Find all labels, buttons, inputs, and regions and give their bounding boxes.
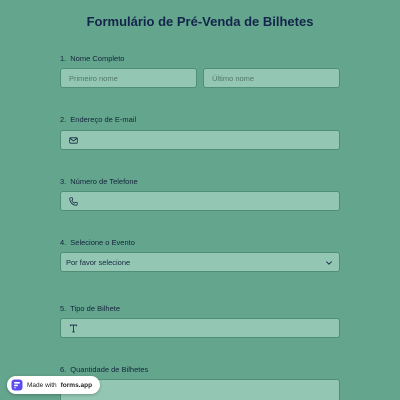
question-label-email: 2. Endereço de E-mail: [60, 115, 136, 124]
badge-prefix: Made with: [27, 381, 57, 389]
event-select[interactable]: Por favor selecione: [60, 252, 340, 272]
text-icon: [69, 324, 78, 333]
event-select-value: Por favor selecione: [66, 258, 131, 267]
question-number: 4.: [60, 238, 67, 247]
question-number: 2.: [60, 115, 67, 124]
question-number: 6.: [60, 365, 67, 374]
question-label-event: 4. Selecione o Evento: [60, 238, 135, 247]
ticket-quantity-field[interactable]: [60, 379, 340, 400]
question-text: Nome Completo: [70, 54, 125, 63]
mail-icon: [69, 137, 78, 144]
question-number: 3.: [60, 177, 67, 186]
question-number: 5.: [60, 304, 67, 313]
ticket-type-field[interactable]: [60, 318, 340, 338]
question-text: Tipo de Bilhete: [70, 304, 121, 313]
badge-brand: forms.app: [60, 381, 93, 389]
first-name-input[interactable]: [69, 73, 188, 83]
first-name-field[interactable]: [60, 68, 197, 88]
last-name-field[interactable]: [203, 68, 340, 88]
question-number: 1.: [60, 54, 67, 63]
phone-icon: [69, 197, 78, 206]
question-label-quantity: 6. Quantidade de Bilhetes: [60, 365, 148, 374]
phone-field[interactable]: [60, 191, 340, 211]
email-field[interactable]: [60, 130, 340, 150]
last-name-input[interactable]: [212, 73, 331, 83]
made-with-badge[interactable]: Made with forms.app: [7, 376, 101, 394]
question-label-full-name: 1. Nome Completo: [60, 54, 124, 63]
question-label-phone: 3. Número de Telefone: [60, 177, 138, 186]
question-text: Endereço de E-mail: [70, 115, 137, 124]
chevron-down-icon: [326, 261, 332, 265]
forms-app-logo-icon: [11, 379, 23, 391]
question-text: Selecione o Evento: [70, 238, 135, 247]
form-title: Formulário de Pré-Venda de Bilhetes: [86, 14, 314, 29]
question-label-ticket-type: 5. Tipo de Bilhete: [60, 304, 120, 313]
question-text: Quantidade de Bilhetes: [70, 365, 149, 374]
question-text: Número de Telefone: [70, 177, 138, 186]
